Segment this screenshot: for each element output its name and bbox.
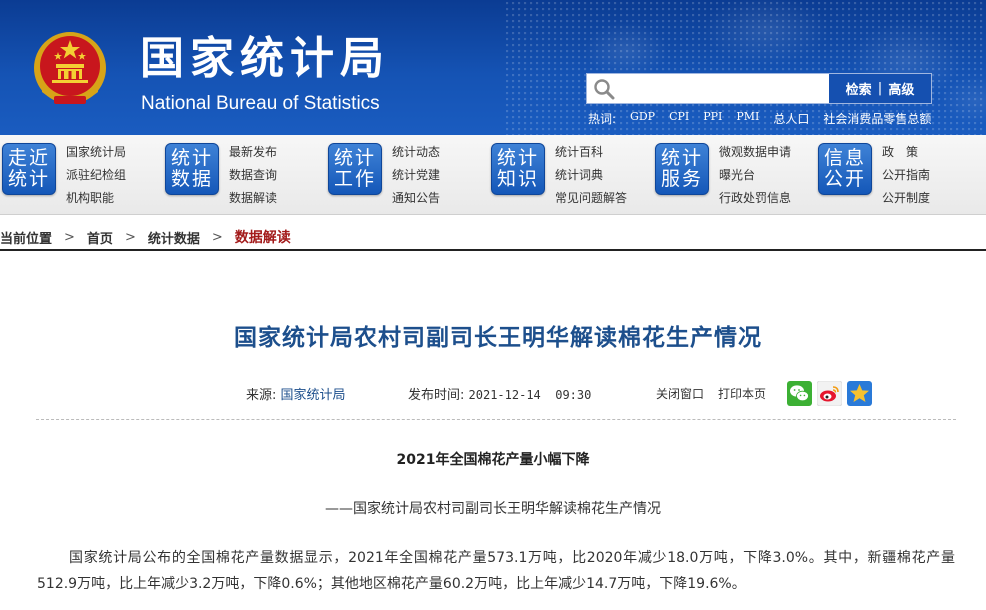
search-separator: | bbox=[877, 81, 883, 96]
source-link[interactable]: 国家统计局 bbox=[281, 388, 346, 403]
pubtime-label: 发布时间: bbox=[408, 388, 465, 403]
advanced-search-button[interactable]: 高级 bbox=[888, 79, 914, 98]
pubtime-value: 2021-12-14 09:30 bbox=[468, 388, 592, 402]
main-nav: 走近 统计 国家统计局 派驻纪检组 机构职能 统计 数据 最新发布 数据查询 数… bbox=[0, 135, 986, 215]
nav-links-knowledge: 统计百科 统计词典 常见问题解答 bbox=[555, 141, 627, 210]
article-subheading: 2021年全国棉花产量小幅下降 bbox=[396, 452, 590, 468]
breadcrumb-stats-data[interactable]: 统计数据 bbox=[148, 228, 200, 247]
search-box: 检索 | 高级 bbox=[586, 73, 932, 104]
nav-link[interactable]: 最新发布 bbox=[229, 141, 277, 164]
nav-link[interactable]: 数据查询 bbox=[229, 164, 277, 187]
nav-link[interactable]: 机构职能 bbox=[66, 187, 126, 210]
print-page-button[interactable]: 打印本页 bbox=[718, 385, 766, 402]
nav-link[interactable]: 公开指南 bbox=[882, 164, 930, 187]
nav-link[interactable]: 微观数据申请 bbox=[719, 141, 791, 164]
nav-badge-service[interactable]: 统计 服务 bbox=[655, 143, 709, 195]
nav-link[interactable]: 政 策 bbox=[882, 141, 930, 164]
search-buttons: 检索 | 高级 bbox=[829, 74, 931, 103]
close-window-button[interactable]: 关闭窗口 bbox=[656, 385, 704, 402]
search-button[interactable]: 检索 bbox=[846, 79, 872, 98]
nav-link[interactable]: 通知公告 bbox=[392, 187, 440, 210]
wechat-icon[interactable] bbox=[787, 381, 812, 406]
breadcrumb: 当前位置 > 首页 > 统计数据 > 数据解读 bbox=[0, 225, 986, 251]
breadcrumb-home[interactable]: 首页 bbox=[87, 228, 113, 247]
hot-keyword-population[interactable]: 总人口 bbox=[773, 110, 809, 127]
hot-keywords-label: 热词: bbox=[588, 112, 617, 126]
hot-keywords: 热词: GDP CPI PPI PMI 总人口 社会消费品零售总额 bbox=[588, 110, 931, 127]
article-paragraph: 国家统计局公布的全国棉花产量数据显示，2021年全国棉花产量573.1万吨，比2… bbox=[37, 550, 955, 592]
nav-links-data: 最新发布 数据查询 数据解读 bbox=[229, 141, 277, 210]
nav-badge-data[interactable]: 统计 数据 bbox=[165, 143, 219, 195]
breadcrumb-current[interactable]: 数据解读 bbox=[235, 227, 291, 247]
nav-link[interactable]: 国家统计局 bbox=[66, 141, 126, 164]
hot-keyword-cpi[interactable]: CPI bbox=[669, 110, 689, 127]
chevron-right-icon: > bbox=[211, 229, 223, 245]
nav-links-work: 统计动态 统计党建 通知公告 bbox=[392, 141, 440, 210]
hot-keyword-ppi[interactable]: PPI bbox=[703, 110, 722, 127]
nav-link[interactable]: 常见问题解答 bbox=[555, 187, 627, 210]
chevron-right-icon: > bbox=[124, 229, 136, 245]
nav-link[interactable]: 行政处罚信息 bbox=[719, 187, 791, 210]
nav-link[interactable]: 派驻纪检组 bbox=[66, 164, 126, 187]
nav-link[interactable]: 公开制度 bbox=[882, 187, 930, 210]
search-icon bbox=[594, 79, 615, 100]
site-header: 国家统计局 National Bureau of Statistics 检索 |… bbox=[0, 0, 986, 135]
nav-badge-about[interactable]: 走近 统计 bbox=[2, 143, 56, 195]
nav-badge-disclosure[interactable]: 信息 公开 bbox=[818, 143, 872, 195]
qzone-icon[interactable] bbox=[847, 381, 872, 406]
article-title: 国家统计局农村司副司长王明华解读棉花生产情况 bbox=[234, 325, 762, 351]
search-input[interactable] bbox=[621, 77, 827, 101]
article-source: 来源: 国家统计局 bbox=[246, 384, 346, 403]
hot-keyword-retail-sales[interactable]: 社会消费品零售总额 bbox=[823, 110, 931, 127]
nav-links-service: 微观数据申请 曝光台 行政处罚信息 bbox=[719, 141, 791, 210]
site-title-en[interactable]: National Bureau of Statistics bbox=[141, 93, 380, 115]
nav-link[interactable]: 统计党建 bbox=[392, 164, 440, 187]
nav-badge-knowledge[interactable]: 统计 知识 bbox=[491, 143, 545, 195]
article-subheading-secondary: ——国家统计局农村司副司长王明华解读棉花生产情况 bbox=[325, 501, 661, 517]
nav-badge-work[interactable]: 统计 工作 bbox=[328, 143, 382, 195]
nav-link[interactable]: 统计百科 bbox=[555, 141, 627, 164]
nav-links-about: 国家统计局 派驻纪检组 机构职能 bbox=[66, 141, 126, 210]
nav-link[interactable]: 统计动态 bbox=[392, 141, 440, 164]
site-title-cn[interactable]: 国家统计局 bbox=[140, 34, 390, 84]
national-emblem-icon[interactable] bbox=[32, 30, 108, 110]
article-divider bbox=[36, 419, 956, 420]
nav-link[interactable]: 数据解读 bbox=[229, 187, 277, 210]
chevron-right-icon: > bbox=[64, 229, 75, 245]
breadcrumb-label: 当前位置 bbox=[0, 231, 53, 247]
weibo-icon[interactable] bbox=[817, 381, 842, 406]
source-label: 来源: bbox=[246, 388, 277, 403]
nav-links-disclosure: 政 策 公开指南 公开制度 bbox=[882, 141, 930, 210]
nav-link[interactable]: 统计词典 bbox=[555, 164, 627, 187]
hot-keyword-pmi[interactable]: PMI bbox=[736, 110, 759, 127]
article-pubtime: 发布时间: 2021-12-14 09:30 bbox=[408, 384, 591, 403]
article-meta: 来源: 国家统计局 发布时间: 2021-12-14 09:30 关闭窗口 打印… bbox=[0, 380, 986, 406]
nav-link[interactable]: 曝光台 bbox=[719, 164, 791, 187]
hot-keyword-gdp[interactable]: GDP bbox=[630, 110, 655, 127]
